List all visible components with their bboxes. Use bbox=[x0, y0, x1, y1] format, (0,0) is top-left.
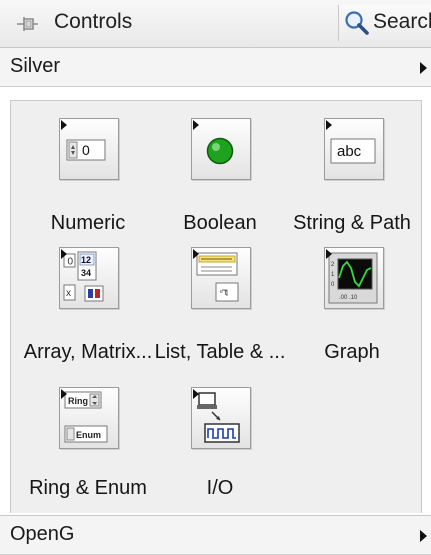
item-label: String & Path bbox=[293, 212, 411, 234]
submenu-arrow-icon bbox=[61, 249, 67, 259]
string-glyph: abc bbox=[330, 138, 376, 164]
graph-glyph: 2 1 0 .00 .10 bbox=[328, 252, 378, 304]
numeric-glyph: 0 bbox=[66, 139, 106, 161]
array-value-bottom: 34 bbox=[81, 268, 91, 278]
search-button[interactable]: Search bbox=[338, 5, 431, 41]
array-matrix-icon[interactable]: 0 12 34 x bbox=[59, 247, 119, 309]
array-value-top: 12 bbox=[81, 255, 91, 265]
ring-enum-icon[interactable]: Ring Enum bbox=[59, 387, 119, 449]
string-value-text: abc bbox=[337, 143, 362, 160]
ring-enum-glyph: Ring Enum bbox=[64, 391, 108, 443]
submenu-arrow-icon bbox=[193, 249, 199, 259]
submenu-arrow-icon bbox=[326, 120, 332, 130]
item-label: Graph bbox=[324, 341, 380, 363]
boolean-led-icon[interactable] bbox=[191, 118, 251, 180]
waveform-graph-icon[interactable]: 2 1 0 .00 .10 bbox=[324, 247, 384, 309]
search-label: Search bbox=[373, 10, 431, 33]
numeric-control-icon[interactable]: 0 bbox=[59, 118, 119, 180]
svg-text:0: 0 bbox=[68, 257, 74, 268]
list-table-glyph: ᵉt bbox=[196, 252, 239, 302]
array-glyph: 0 12 34 x bbox=[63, 251, 104, 302]
expand-arrow-icon bbox=[420, 530, 427, 542]
category-label: OpenG bbox=[10, 523, 75, 545]
category-silver[interactable]: Silver bbox=[0, 48, 431, 87]
io-glyph bbox=[197, 392, 240, 443]
numeric-value-text: 0 bbox=[82, 142, 90, 158]
string-control-icon[interactable]: abc bbox=[324, 118, 384, 180]
svg-text:x: x bbox=[66, 288, 71, 299]
svg-text:.00 .10: .00 .10 bbox=[339, 295, 358, 301]
item-label: I/O bbox=[206, 477, 234, 499]
io-icon[interactable] bbox=[191, 387, 251, 449]
submenu-arrow-icon bbox=[193, 389, 199, 399]
submenu-arrow-icon bbox=[61, 120, 67, 130]
expand-arrow-icon bbox=[420, 62, 427, 74]
led-glyph bbox=[206, 137, 234, 165]
submenu-arrow-icon bbox=[193, 120, 199, 130]
list-table-icon[interactable]: ᵉt bbox=[191, 247, 251, 309]
palette-title: Controls bbox=[54, 10, 133, 33]
submenu-arrow-icon bbox=[61, 389, 67, 399]
category-openg[interactable]: OpenG bbox=[0, 515, 431, 555]
ring-text: Ring bbox=[68, 396, 88, 406]
magnifier-icon bbox=[345, 11, 369, 35]
enum-text: Enum bbox=[76, 430, 101, 440]
category-label: Silver bbox=[10, 55, 61, 77]
thumbtack-icon[interactable] bbox=[14, 12, 40, 36]
submenu-arrow-icon bbox=[326, 249, 332, 259]
palette-title-bar: Controls Search bbox=[0, 0, 431, 48]
